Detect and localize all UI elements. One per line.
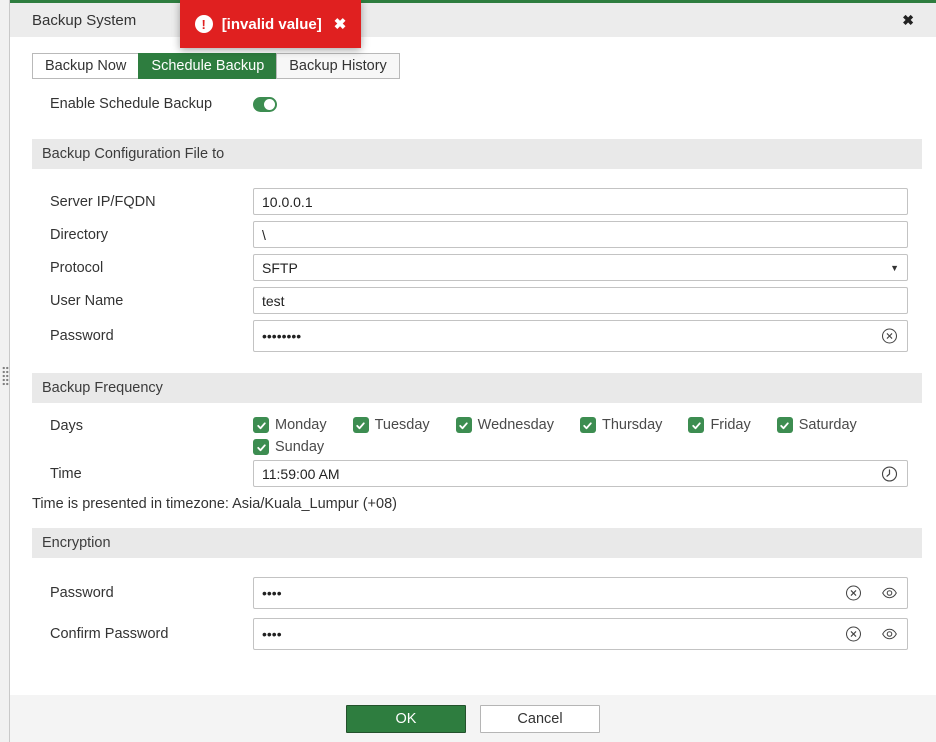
- days-label: Days: [50, 418, 84, 434]
- encryption-password-row: Password: [32, 577, 922, 609]
- checkbox-sunday[interactable]: Sunday: [253, 439, 324, 455]
- tab-backup-now[interactable]: Backup Now: [32, 53, 140, 79]
- encryption-password-label: Password: [50, 585, 114, 601]
- enable-schedule-backup-label: Enable Schedule Backup: [50, 96, 213, 112]
- checkbox-tuesday[interactable]: Tuesday: [352, 417, 430, 433]
- panel-header: Backup System ✖: [10, 3, 936, 37]
- timezone-note: Time is presented in timezone: Asia/Kual…: [32, 496, 397, 512]
- show-password-eye-icon[interactable]: [881, 626, 898, 643]
- enable-schedule-backup-row: Enable Schedule Backup: [50, 96, 922, 112]
- username-input[interactable]: [253, 287, 908, 314]
- days-checkbox-group: Monday Tuesday Wednesday Thursday Friday…: [253, 417, 922, 455]
- confirm-password-label: Confirm Password: [50, 626, 169, 642]
- server-input[interactable]: [253, 188, 908, 215]
- checkbox-checked-icon: [579, 417, 596, 433]
- checkbox-checked-icon: [688, 417, 705, 433]
- page-background-rail: [0, 0, 10, 742]
- tab-backup-history[interactable]: Backup History: [276, 53, 400, 79]
- checkbox-friday[interactable]: Friday: [688, 417, 751, 433]
- section-heading-destination: Backup Configuration File to: [32, 139, 922, 169]
- directory-label: Directory: [50, 226, 109, 243]
- encryption-form: Password Confirm Password: [32, 577, 922, 650]
- panel-title: Backup System: [32, 11, 137, 29]
- checkbox-checked-icon: [776, 417, 793, 433]
- encryption-password-input[interactable]: [253, 577, 908, 609]
- destination-form: Server IP/FQDN Directory Protocol SFTP ▼…: [32, 188, 922, 352]
- checkbox-wednesday[interactable]: Wednesday: [455, 417, 554, 433]
- checkbox-checked-icon: [455, 417, 472, 433]
- checkbox-thursday[interactable]: Thursday: [579, 417, 662, 433]
- cancel-button[interactable]: Cancel: [480, 704, 600, 733]
- error-toast: ! [invalid value] ✖: [180, 0, 361, 48]
- server-row: Server IP/FQDN: [32, 188, 922, 215]
- time-row: Time: [32, 460, 922, 487]
- server-label: Server IP/FQDN: [50, 193, 156, 210]
- checkbox-monday[interactable]: Monday: [253, 417, 327, 433]
- time-input[interactable]: [253, 460, 908, 487]
- checkbox-saturday[interactable]: Saturday: [776, 417, 857, 433]
- directory-input[interactable]: [253, 221, 908, 248]
- toast-close-icon[interactable]: ✖: [334, 15, 347, 33]
- directory-row: Directory: [32, 221, 922, 248]
- toggle-knob: [264, 98, 275, 110]
- checkbox-checked-icon: [253, 439, 269, 455]
- dialog-footer: OK Cancel: [10, 695, 936, 742]
- tab-schedule-backup[interactable]: Schedule Backup: [138, 53, 278, 79]
- confirm-password-row: Confirm Password: [32, 618, 922, 650]
- password-input[interactable]: [253, 320, 908, 352]
- enable-schedule-backup-toggle[interactable]: [253, 96, 277, 112]
- protocol-selected-value: SFTP: [262, 259, 298, 276]
- days-row: Days Monday Tuesday Wednesday Thursday F…: [32, 417, 922, 455]
- protocol-select[interactable]: SFTP: [253, 254, 908, 281]
- username-row: User Name: [32, 287, 922, 314]
- confirm-password-input[interactable]: [253, 618, 908, 650]
- panel-content: Backup Now Schedule Backup Backup Histor…: [10, 37, 936, 695]
- panel-resize-handle[interactable]: [2, 366, 9, 386]
- checkbox-checked-icon: [253, 417, 269, 433]
- ok-button[interactable]: OK: [346, 704, 466, 733]
- error-toast-message: [invalid value]: [221, 15, 322, 33]
- time-label: Time: [50, 465, 82, 482]
- section-heading-encryption: Encryption: [32, 528, 922, 558]
- password-label: Password: [50, 328, 114, 344]
- clear-field-icon[interactable]: [845, 585, 862, 602]
- protocol-label: Protocol: [50, 259, 104, 276]
- error-icon: !: [194, 15, 213, 33]
- tab-bar: Backup Now Schedule Backup Backup Histor…: [32, 53, 400, 79]
- protocol-row: Protocol SFTP ▼: [32, 254, 922, 281]
- checkbox-checked-icon: [352, 417, 369, 433]
- close-icon[interactable]: ✖: [902, 13, 914, 27]
- username-label: User Name: [50, 292, 124, 309]
- password-row: Password: [32, 320, 922, 352]
- clear-field-icon[interactable]: [845, 626, 862, 643]
- clock-icon[interactable]: [881, 465, 898, 482]
- clear-field-icon[interactable]: [881, 328, 898, 345]
- show-password-eye-icon[interactable]: [881, 585, 898, 602]
- backup-system-panel: Backup System ✖ Backup Now Schedule Back…: [10, 0, 936, 742]
- section-heading-frequency: Backup Frequency: [32, 373, 922, 403]
